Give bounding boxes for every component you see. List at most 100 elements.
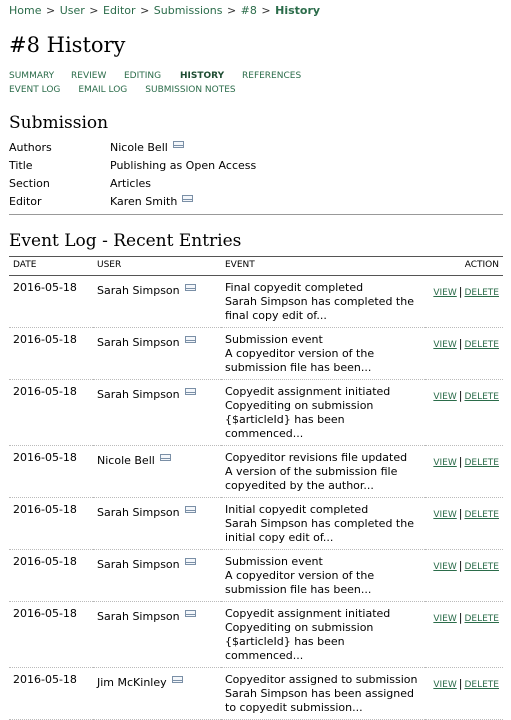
email-icon[interactable] <box>182 194 194 202</box>
tab-event-log[interactable]: EVENT LOG <box>9 85 60 99</box>
entry-user: Sarah Simpson <box>93 549 221 602</box>
author-name: Nicole Bell <box>110 140 168 154</box>
entry-event-desc1: Sarah Simpson has completed the <box>225 295 414 308</box>
email-icon[interactable] <box>159 454 171 461</box>
entry-event-title: Submission event <box>225 333 323 346</box>
tab-history[interactable]: HISTORY <box>180 71 242 85</box>
entry-event-desc1: Copyediting on submission <box>225 399 374 412</box>
entry-user: Sarah Simpson <box>93 601 221 668</box>
entry-actions: VIEW | DELETE <box>425 327 503 380</box>
delete-link[interactable]: DELETE <box>464 680 499 690</box>
tab-submission-notes[interactable]: SUBMISSION NOTES <box>145 85 235 99</box>
breadcrumb-separator: > <box>45 4 56 17</box>
view-link[interactable]: VIEW <box>433 680 456 690</box>
entry-event-desc2: to copyedit submission... <box>225 701 363 714</box>
table-header-row: DATE USER EVENT ACTION <box>9 256 503 276</box>
editor-name: Karen Smith <box>110 194 178 208</box>
entry-event-desc2: submission file has been... <box>225 583 372 596</box>
email-icon[interactable] <box>184 610 196 617</box>
entry-date: 2016-05-18 <box>9 549 93 602</box>
tab-references[interactable]: REFERENCES <box>242 71 301 85</box>
table-row: 2016-05-18 Sarah Simpson Submission even… <box>9 327 503 380</box>
entry-event: Copyedit assignment initiated Copyeditin… <box>221 379 425 446</box>
view-link[interactable]: VIEW <box>433 562 456 572</box>
view-link[interactable]: VIEW <box>433 458 456 468</box>
breadcrumb-current[interactable]: History <box>275 4 320 17</box>
entry-user: Sarah Simpson <box>93 497 221 550</box>
table-row: 2016-05-18 Sarah Simpson Copyedit assign… <box>9 601 503 668</box>
menu-row-primary: SUMMARY REVIEW EDITING HISTORY REFERENCE… <box>9 71 503 85</box>
entry-actions: VIEW | DELETE <box>425 549 503 602</box>
info-label: Authors <box>9 140 52 154</box>
page-title: #8 History <box>9 33 126 57</box>
breadcrumb-editor[interactable]: Editor <box>103 4 136 17</box>
info-row-title: Title Publishing as Open Access <box>9 156 503 174</box>
entry-user-name: Jim McKinley <box>97 676 167 689</box>
breadcrumb-submissions[interactable]: Submissions <box>154 4 223 17</box>
email-icon[interactable] <box>184 388 196 395</box>
delete-link[interactable]: DELETE <box>464 392 499 402</box>
entry-date: 2016-05-18 <box>9 327 93 380</box>
entry-actions: VIEW | DELETE <box>425 601 503 668</box>
event-log-heading: Event Log - Recent Entries <box>9 231 242 251</box>
entry-user-name: Sarah Simpson <box>97 284 180 297</box>
delete-link[interactable]: DELETE <box>464 510 499 520</box>
entry-event: Final copyedit completed Sarah Simpson h… <box>221 275 425 328</box>
view-link[interactable]: VIEW <box>433 288 456 298</box>
entry-actions: VIEW | DELETE <box>425 275 503 328</box>
entry-event: Copyedit assignment initiated Copyeditin… <box>221 601 425 668</box>
view-link[interactable]: VIEW <box>433 510 456 520</box>
delete-link[interactable]: DELETE <box>464 614 499 624</box>
entry-user-name: Nicole Bell <box>97 454 155 467</box>
email-icon[interactable] <box>171 676 183 683</box>
entry-event-desc2: {$articleId} has been commenced... <box>225 635 345 662</box>
info-value: Karen Smith <box>110 192 503 210</box>
email-icon[interactable] <box>184 506 196 513</box>
entry-event: Submission event A copyeditor version of… <box>221 549 425 602</box>
table-row: 2016-05-18 Jim McKinley Copyeditor assig… <box>9 667 503 720</box>
email-icon[interactable] <box>184 336 196 343</box>
info-value: Publishing as Open Access <box>110 158 257 172</box>
entry-date: 2016-05-18 <box>9 379 93 446</box>
entry-user-name: Sarah Simpson <box>97 558 180 571</box>
column-header-event: EVENT <box>221 256 425 276</box>
view-link[interactable]: VIEW <box>433 340 456 350</box>
breadcrumb-home[interactable]: Home <box>9 4 41 17</box>
column-header-user: USER <box>93 256 221 276</box>
entry-actions: VIEW | DELETE <box>425 379 503 446</box>
tab-review[interactable]: REVIEW <box>71 71 124 85</box>
entry-actions: VIEW | DELETE <box>425 445 503 498</box>
tab-email-log[interactable]: EMAIL LOG <box>78 85 127 99</box>
entry-user: Sarah Simpson <box>93 379 221 446</box>
email-icon[interactable] <box>184 284 196 291</box>
tab-editing[interactable]: EDITING <box>124 71 180 85</box>
entry-event-desc2: {$articleId} has been commenced... <box>225 413 345 440</box>
info-value: Nicole Bell <box>110 138 503 156</box>
entry-user-name: Sarah Simpson <box>97 336 180 349</box>
entry-user: Sarah Simpson <box>93 327 221 380</box>
entry-event-title: Final copyedit completed <box>225 281 364 294</box>
view-link[interactable]: VIEW <box>433 392 456 402</box>
delete-link[interactable]: DELETE <box>464 458 499 468</box>
email-icon[interactable] <box>172 140 184 148</box>
tab-summary[interactable]: SUMMARY <box>9 71 71 85</box>
entry-event-title: Copyeditor revisions file updated <box>225 451 408 464</box>
breadcrumb-submission-8[interactable]: #8 <box>241 4 257 17</box>
view-link[interactable]: VIEW <box>433 614 456 624</box>
table-row: 2016-05-18 Nicole Bell Copyeditor revisi… <box>9 445 503 498</box>
entry-event-title: Copyedit assignment initiated <box>225 385 391 398</box>
email-icon[interactable] <box>184 558 196 565</box>
entry-event-desc1: A copyeditor version of the <box>225 347 375 360</box>
delete-link[interactable]: DELETE <box>464 340 499 350</box>
delete-link[interactable]: DELETE <box>464 562 499 572</box>
info-value: Articles <box>110 176 152 190</box>
entry-event-desc2: final copy edit of... <box>225 309 327 322</box>
menu-row-secondary: EVENT LOG EMAIL LOG SUBMISSION NOTES <box>9 85 503 99</box>
entry-event: Initial copyedit completed Sarah Simpson… <box>221 497 425 550</box>
table-row: 2016-05-18 Sarah Simpson Copyedit assign… <box>9 379 503 446</box>
entry-user: Jim McKinley <box>93 667 221 720</box>
breadcrumb-user[interactable]: User <box>60 4 85 17</box>
entry-date: 2016-05-18 <box>9 601 93 668</box>
delete-link[interactable]: DELETE <box>464 288 499 298</box>
entry-event-desc1: A version of the submission file <box>225 465 398 478</box>
